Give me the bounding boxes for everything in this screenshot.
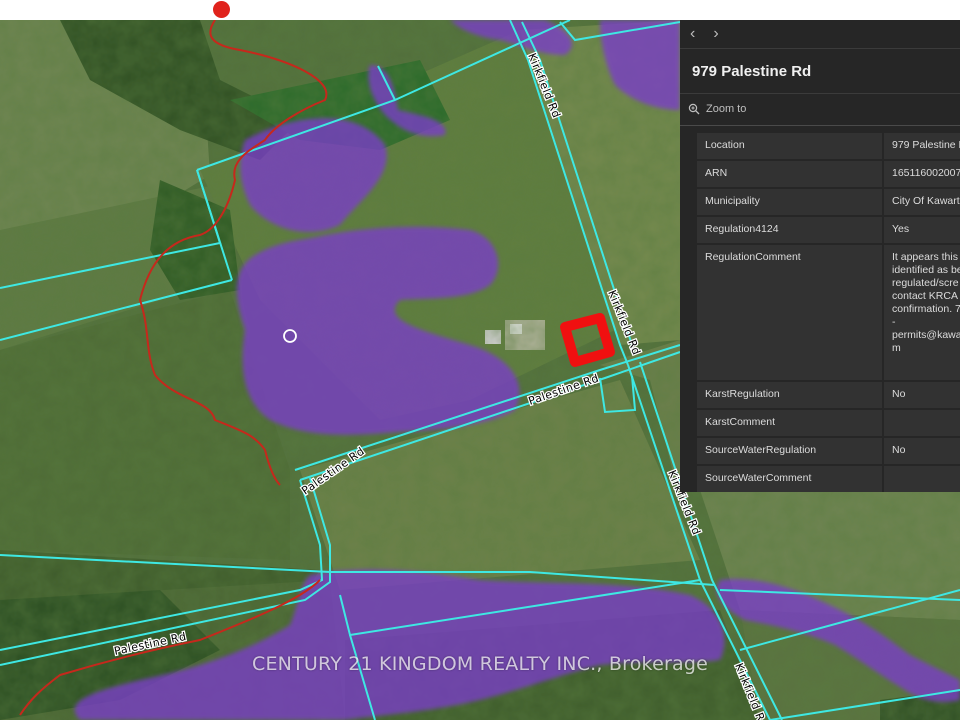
attr-value	[882, 410, 960, 436]
table-row: RegulationComment It appears this identif…	[697, 245, 960, 380]
attr-key: RegulationComment	[697, 245, 882, 380]
attr-value: It appears this identified as be regulat…	[882, 245, 960, 380]
attr-key: SourceWaterComment	[697, 466, 882, 492]
attr-value: City Of Kawart	[882, 189, 960, 215]
table-row: Location 979 Palestine R	[697, 133, 960, 159]
zoom-magnifier-icon	[688, 103, 700, 115]
zoom-divider	[680, 125, 960, 126]
table-row: KarstComment	[697, 410, 960, 436]
attr-value: No	[882, 438, 960, 464]
popup-nav: ‹ ›	[680, 20, 960, 48]
table-row: Municipality City Of Kawart	[697, 189, 960, 215]
attr-key: KarstRegulation	[697, 382, 882, 408]
table-row: KarstRegulation No	[697, 382, 960, 408]
attribute-table: Location 979 Palestine R ARN 165116002007 …	[697, 131, 960, 492]
table-row: ARN 165116002007	[697, 161, 960, 187]
attr-key: Municipality	[697, 189, 882, 215]
zoom-to-button[interactable]: Zoom to	[680, 94, 960, 124]
attr-value: Yes	[882, 217, 960, 243]
watermark: CENTURY 21 KINGDOM REALTY INC., Brokerag…	[252, 653, 708, 675]
table-row: SourceWaterComment	[697, 466, 960, 492]
attr-key: KarstComment	[697, 410, 882, 436]
attr-key: SourceWaterRegulation	[697, 438, 882, 464]
attr-value	[882, 466, 960, 492]
previous-feature-button[interactable]: ‹	[690, 25, 695, 43]
top-strip	[0, 0, 960, 20]
attr-key: ARN	[697, 161, 882, 187]
popup-title: 979 Palestine Rd	[692, 63, 812, 80]
attr-value: No	[882, 382, 960, 408]
attr-value: 165116002007	[882, 161, 960, 187]
feature-popup-panel: ‹ › 979 Palestine Rd Zoom to Location 979…	[680, 20, 960, 492]
zoom-to-label: Zoom to	[706, 103, 747, 115]
table-row: Regulation4124 Yes	[697, 217, 960, 243]
attr-key: Location	[697, 133, 882, 159]
attr-key: Regulation4124	[697, 217, 882, 243]
next-feature-button[interactable]: ›	[713, 25, 718, 43]
table-row: SourceWaterRegulation No	[697, 438, 960, 464]
attr-value: 979 Palestine R	[882, 133, 960, 159]
location-pin-icon[interactable]	[213, 1, 230, 18]
